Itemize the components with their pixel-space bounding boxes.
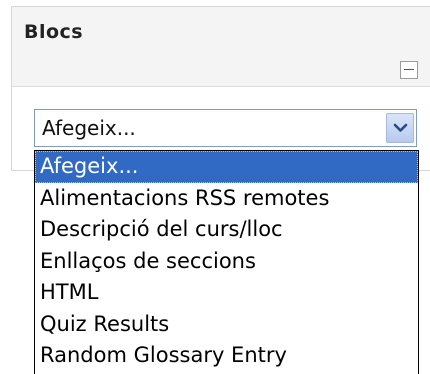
page: Blocs Afegeix... Afegeix... Alimentacion… <box>0 0 430 374</box>
dropdown-option-descripcio-curs[interactable]: Descripció del curs/lloc <box>35 214 418 246</box>
collapse-icon[interactable] <box>400 61 418 79</box>
dropdown-option-quiz-results[interactable]: Quiz Results <box>35 309 418 341</box>
blocks-panel-title: Blocs <box>24 21 84 43</box>
dropdown-option-html[interactable]: HTML <box>35 277 418 309</box>
blocks-panel-header: Blocs <box>12 7 430 87</box>
add-block-select-value: Afegeix... <box>42 116 136 140</box>
add-block-dropdown-list: Afegeix... Alimentacions RSS remotes Des… <box>34 150 419 374</box>
dropdown-option-enllacos-seccions[interactable]: Enllaços de seccions <box>35 246 418 278</box>
add-block-select[interactable]: Afegeix... <box>34 109 417 147</box>
dropdown-option-random-glossary[interactable]: Random Glossary Entry <box>35 340 418 372</box>
chevron-down-glyph <box>393 123 408 132</box>
dropdown-option-alimentacions-rss[interactable]: Alimentacions RSS remotes <box>35 183 418 215</box>
dropdown-option-afegeix[interactable]: Afegeix... <box>35 151 418 183</box>
chevron-down-icon[interactable] <box>386 113 414 143</box>
